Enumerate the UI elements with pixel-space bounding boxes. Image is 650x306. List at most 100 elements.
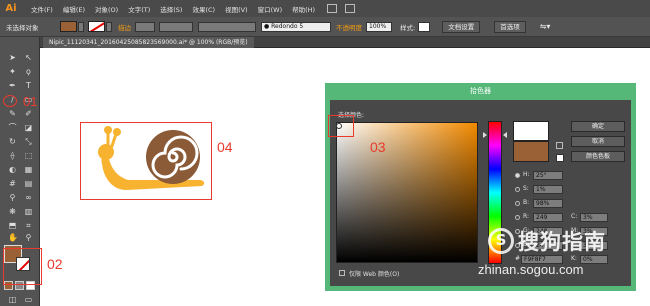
control-bar: 未选择对象 描边 ● Redondo 5 不透明度 100% 样式: 文档设置 … [0,17,650,37]
artboard-tool-icon[interactable]: ⬒ [8,221,17,230]
menu-object[interactable]: 对象(O) [95,4,118,14]
annotation-04: 04 [217,139,233,155]
draw-mode-icon[interactable]: ◫ [8,295,17,304]
annotation-02: 02 [47,256,63,272]
dialog-title: 拾色器 [470,87,491,95]
zoom-tool-icon[interactable]: ⚲ [24,233,33,242]
symbol-sprayer-icon[interactable]: ❋ [8,207,17,216]
sogou-logo-icon: S [488,228,514,254]
field-r-value: 249 [536,214,548,221]
lasso-tool-icon[interactable]: ϙ [24,67,33,76]
scale-tool-icon[interactable]: ⤡ [24,137,33,146]
fill-swatch[interactable] [60,21,77,32]
field-k[interactable]: 0% [580,255,608,264]
highlight-box-04 [80,122,212,200]
opacity-label[interactable]: 不透明度 [336,22,362,32]
menu-view[interactable]: 视图(V) [225,4,248,14]
paintbrush-tool-icon[interactable]: ✎ [8,109,17,118]
new-color-preview [513,121,549,141]
menu-select[interactable]: 选择(S) [160,4,182,14]
slice-tool-icon[interactable]: ⌗ [24,221,33,230]
shape-builder-icon[interactable]: ◐ [8,165,17,174]
magic-wand-icon[interactable]: ✦ [8,67,17,76]
menu-effect[interactable]: 效果(C) [192,4,215,14]
opacity-field[interactable]: 100% [366,21,392,32]
hue-slider-handle-left[interactable] [483,132,487,138]
cancel-button[interactable]: 取消 [571,136,625,147]
annotation-03: 03 [370,139,386,155]
app-logo: Ai [5,2,17,14]
opacity-value: 100% [369,22,387,30]
graph-tool-icon[interactable]: ▥ [24,207,33,216]
color-swatches-button[interactable]: 颜色色板 [571,151,625,162]
arrange-icon[interactable]: ⇋▾ [540,22,551,31]
field-hex-label: # [515,255,521,262]
field-s-value: 1% [536,186,546,193]
field-k-value: 0% [583,256,593,263]
document-setup-button[interactable]: 文档设置 [442,20,481,33]
field-b[interactable]: 98% [533,199,563,208]
field-h-label: H: [523,171,530,178]
watermark-url: zhinan.sogou.com [478,262,584,277]
width-tool-icon[interactable]: ⟠ [8,151,17,160]
field-r-label: R: [523,213,530,220]
blob-brush-icon[interactable]: ⌒ [8,123,17,132]
menu-file[interactable]: 文件(F) [31,4,53,14]
hand-tool-icon[interactable]: ✋ [8,233,18,242]
free-transform-icon[interactable]: ⬚ [24,151,33,160]
preferences-button[interactable]: 首选项 [494,20,526,33]
current-color-preview[interactable] [513,141,549,162]
ok-button[interactable]: 确定 [571,121,625,132]
perspective-grid-icon[interactable]: ▦ [24,165,33,174]
stroke-swatch[interactable] [88,21,105,32]
blend-tool-icon[interactable]: ∞ [24,193,33,202]
eraser-tool-icon[interactable]: ◪ [24,123,33,132]
bridge-icon[interactable] [327,4,338,13]
menu-help[interactable]: 帮助(H) [292,4,315,14]
document-tab-bar: Nipic_11120341_20160425085823569000.ai* … [40,37,650,48]
saturation-brightness-field[interactable] [336,122,478,263]
arrange-documents-icon[interactable] [345,4,356,13]
pencil-tool-icon[interactable]: ✐ [24,109,33,118]
field-h[interactable]: 25° [533,171,563,180]
radio-h[interactable] [515,173,520,178]
pen-tool-icon[interactable]: ✒ [8,81,17,90]
out-of-gamut-icon[interactable] [556,154,564,162]
field-c-label: C: [571,213,578,220]
menu-type[interactable]: 文字(T) [128,4,150,14]
web-colors-only-label: 仅限 Web 颜色(O) [349,271,400,278]
type-tool-icon[interactable]: T [24,81,33,90]
rotate-tool-icon[interactable]: ↻ [8,137,17,146]
highlight-box-02 [3,248,42,285]
hue-slider-handle-right[interactable] [503,132,507,138]
annotation-01: 01 [23,94,38,109]
menu-edit[interactable]: 编辑(E) [63,4,85,14]
radio-r[interactable] [515,215,520,220]
radio-s[interactable] [515,187,520,192]
selection-tool-icon[interactable]: ➤ [8,53,17,62]
document-tab[interactable]: Nipic_11120341_20160425085823569000.ai* … [43,37,254,48]
field-s[interactable]: 1% [533,185,563,194]
field-h-value: 25° [536,172,547,179]
field-r[interactable]: 249 [533,213,563,222]
variable-width-dropdown[interactable] [159,21,193,32]
brush-definition-dropdown[interactable] [198,21,256,32]
selection-status: 未选择对象 [6,23,39,32]
brush-dropdown[interactable]: ● Redondo 5 [261,21,331,32]
field-c[interactable]: 3% [580,213,608,222]
web-safe-warning-icon[interactable] [556,142,563,149]
stroke-dropdown[interactable] [106,21,112,32]
radio-b[interactable] [515,201,520,206]
field-c-value: 3% [583,214,593,221]
screen-mode-icon[interactable]: ▭ [24,295,33,304]
stroke-label[interactable]: 描边 [118,22,131,32]
fill-dropdown[interactable] [78,21,84,32]
web-colors-only-checkbox[interactable] [339,270,345,276]
direct-selection-tool-icon[interactable]: ↖ [24,53,33,62]
style-swatch[interactable] [418,21,431,32]
menu-window[interactable]: 窗口(W) [258,4,283,14]
eyedropper-tool-icon[interactable]: ⚲ [8,193,17,202]
mesh-tool-icon[interactable]: # [8,179,17,188]
stroke-weight-field[interactable] [135,21,155,32]
gradient-tool-icon[interactable]: ▤ [24,179,33,188]
